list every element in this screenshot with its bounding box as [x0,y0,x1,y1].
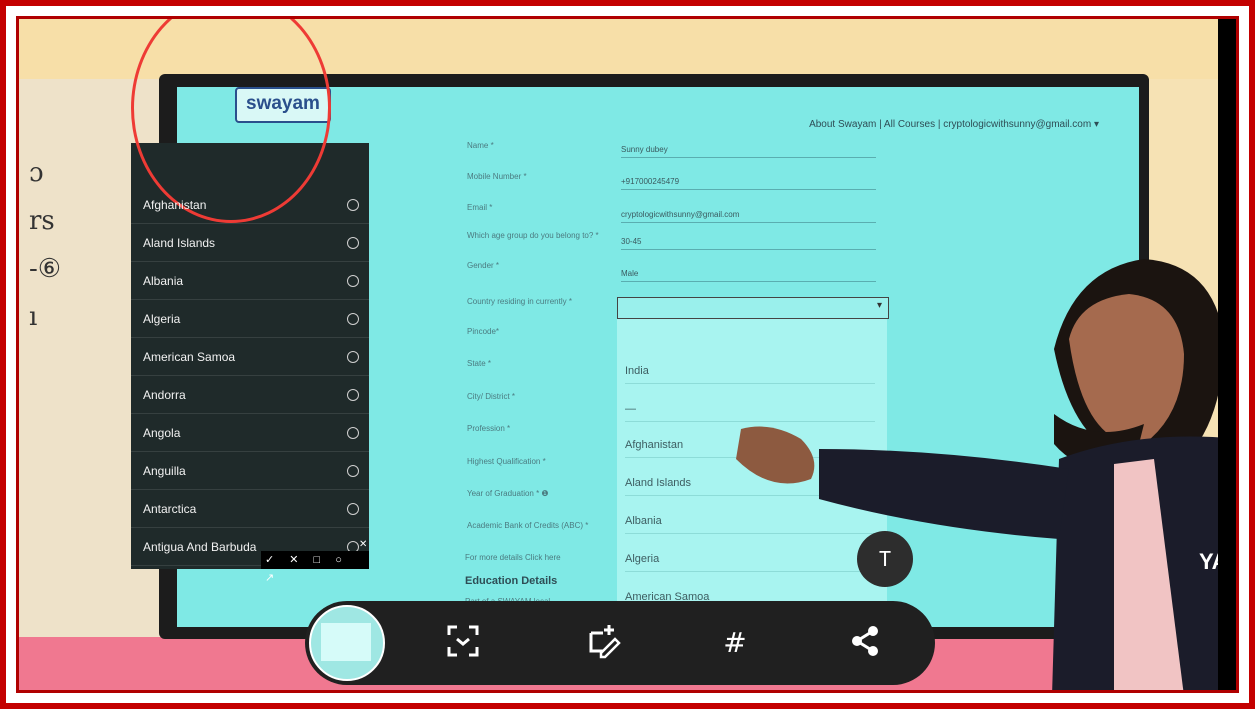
share-icon[interactable] [845,623,885,663]
presenter-hand [736,426,815,484]
screenshot-toolbar: # [305,601,935,685]
right-black-edge [1218,19,1236,690]
presenter-figure: YA [736,259,1236,690]
outer-frame: ɔ rs -⑥ ı swayam About Swayam | All Courses… [0,0,1255,709]
text-extract-button[interactable]: T [857,531,913,587]
edit-icon[interactable] [583,623,623,663]
presenter-arm [819,449,1069,539]
screenshot-area: ɔ rs -⑥ ı swayam About Swayam | All Courses… [16,16,1239,693]
scan-icon[interactable] [443,623,483,663]
thumbnail-preview [321,623,371,661]
screenshot-thumbnail[interactable] [309,605,385,681]
hashtag-icon[interactable]: # [715,623,755,663]
